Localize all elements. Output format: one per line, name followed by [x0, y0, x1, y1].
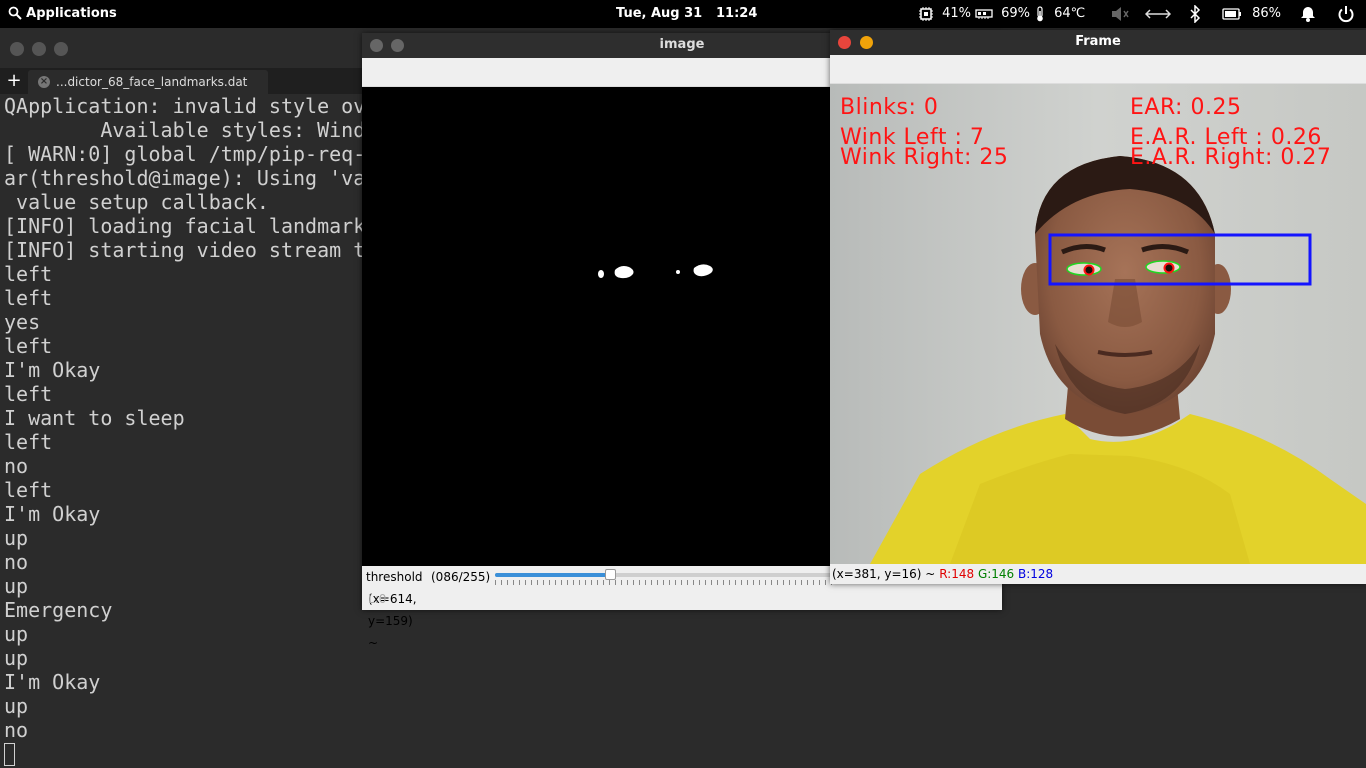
frame-status-green: G:146 [977, 567, 1015, 581]
cpu-icon [919, 6, 933, 21]
terminal-line: no [4, 454, 29, 478]
terminal-line: I want to sleep [4, 406, 185, 430]
ear-right-overlay: E.A.R. Right: 0.27 [1130, 145, 1332, 170]
cpu-indicator[interactable]: 41% [918, 0, 971, 28]
terminal-tab[interactable]: × ...dictor_68_face_landmarks.dat [28, 70, 268, 94]
frame-titlebar[interactable]: Frame [830, 30, 1366, 55]
bluetooth-button[interactable] [1188, 0, 1202, 28]
trackbar-track[interactable] [495, 569, 835, 580]
terminal-line: ar(threshold@image): Using 'va [4, 166, 364, 190]
frame-window-title: Frame [1075, 34, 1121, 49]
terminal-line: no [4, 550, 29, 574]
image-close-button[interactable] [370, 39, 383, 52]
image-statusbar: (x=614, y=159) ~ L:0 [362, 588, 1002, 650]
terminal-line: up [4, 574, 29, 598]
power-icon [1338, 5, 1354, 22]
frame-window: Frame Blinks: 0 EAR: 0.25 Wink Left: 7 … [830, 30, 1366, 584]
terminal-line: left [4, 334, 53, 358]
wink-right-overlay: Wink Right: 25 [840, 145, 1009, 170]
battery-icon [1222, 7, 1241, 20]
memory-value: 69% [1001, 6, 1031, 21]
new-tab-button[interactable]: + [4, 68, 24, 94]
terminal-line: [INFO] starting video stream t [4, 238, 364, 262]
date-label[interactable]: Tue, Aug 31 [616, 0, 702, 28]
terminal-line: I'm Okay [4, 358, 101, 382]
terminal-cursor [4, 743, 15, 766]
frame-status-blue: B:128 [1018, 567, 1054, 581]
temperature-indicator[interactable]: 64℃ [1035, 0, 1085, 28]
image-window-title: image [659, 37, 705, 52]
terminal-line: [ WARN:0] global /tmp/pip-req- [4, 142, 364, 166]
frame-status-coords: (x=381, y=16) ~ [832, 567, 936, 581]
bluetooth-icon [1190, 3, 1201, 24]
clock-label[interactable]: 11:24 [716, 0, 757, 28]
power-button[interactable] [1337, 0, 1355, 28]
image-minimize-button[interactable] [391, 39, 404, 52]
terminal-line: left [4, 382, 53, 406]
terminal-line: I'm Okay [4, 670, 101, 694]
cpu-value: 41% [942, 6, 972, 21]
bell-icon [1301, 6, 1315, 22]
frame-status-red: R:148 [939, 567, 975, 581]
image-status-value: L:0 [368, 592, 387, 606]
frame-statusbar: (x=381, y=16) ~ R:148 G:146 B:128 [830, 564, 1366, 584]
battery-indicator[interactable]: 86% [1222, 0, 1281, 28]
terminal-line: up [4, 646, 29, 670]
frame-toolbar [830, 55, 1366, 84]
notifications-button[interactable] [1299, 0, 1317, 28]
frame-minimize-button[interactable] [860, 36, 873, 49]
terminal-output[interactable]: QApplication: invalid style ov Available… [4, 94, 364, 768]
thermometer-icon [1037, 5, 1043, 21]
terminal-minimize-button[interactable] [32, 42, 46, 56]
applications-menu[interactable]: Applications [8, 0, 117, 28]
trackbar-ticks [495, 580, 835, 585]
terminal-line: Emergency [4, 598, 113, 622]
terminal-line: left [4, 478, 53, 502]
trackbar-value: (086/255) [431, 570, 491, 584]
trackbar-label: threshold [366, 570, 423, 584]
terminal-line: I'm Okay [4, 502, 101, 526]
terminal-line: up [4, 622, 29, 646]
terminal-line: left [4, 430, 53, 454]
applications-label: Applications [26, 6, 117, 21]
terminal-line: Available styles: Wind [4, 118, 364, 142]
binary-pupil-blobs [598, 264, 713, 279]
volume-button[interactable] [1110, 0, 1130, 28]
temperature-value: 64℃ [1054, 6, 1086, 21]
terminal-line: left [4, 286, 53, 310]
wired-network-icon [1144, 8, 1172, 19]
network-button[interactable] [1144, 0, 1172, 28]
memory-icon [975, 8, 993, 19]
blinks-overlay: Blinks: 0 [840, 95, 939, 120]
top-panel: Applications Tue, Aug 31 11:24 41% 69% 6… [0, 0, 1366, 28]
terminal-line: value setup callback. [4, 190, 269, 214]
terminal-line: up [4, 694, 29, 718]
terminal-prompt[interactable] [4, 742, 364, 766]
battery-value: 86% [1252, 6, 1282, 21]
terminal-line: QApplication: invalid style ov [4, 94, 364, 118]
terminal-line: up [4, 526, 29, 550]
close-tab-icon[interactable]: × [38, 76, 50, 88]
trackbar-handle[interactable] [604, 569, 616, 580]
terminal-tab-label: ...dictor_68_face_landmarks.dat [56, 75, 248, 89]
webcam-frame[interactable]: Blinks: 0 EAR: 0.25 Wink Left : 7 E.A.R.… [830, 84, 1366, 564]
memory-indicator[interactable]: 69% [975, 0, 1030, 28]
terminal-line: left [4, 262, 53, 286]
frame-close-button[interactable] [838, 36, 851, 49]
volume-muted-icon [1112, 6, 1129, 21]
ear-overlay: EAR: 0.25 [1130, 95, 1242, 120]
terminal-close-button[interactable] [10, 42, 24, 56]
trackbar-fill [495, 573, 610, 577]
terminal-maximize-button[interactable] [54, 42, 68, 56]
search-icon [8, 6, 22, 20]
terminal-line: [INFO] loading facial landmark [4, 214, 364, 238]
terminal-line: yes [4, 310, 41, 334]
threshold-image[interactable] [362, 87, 832, 600]
terminal-line: no [4, 718, 29, 742]
